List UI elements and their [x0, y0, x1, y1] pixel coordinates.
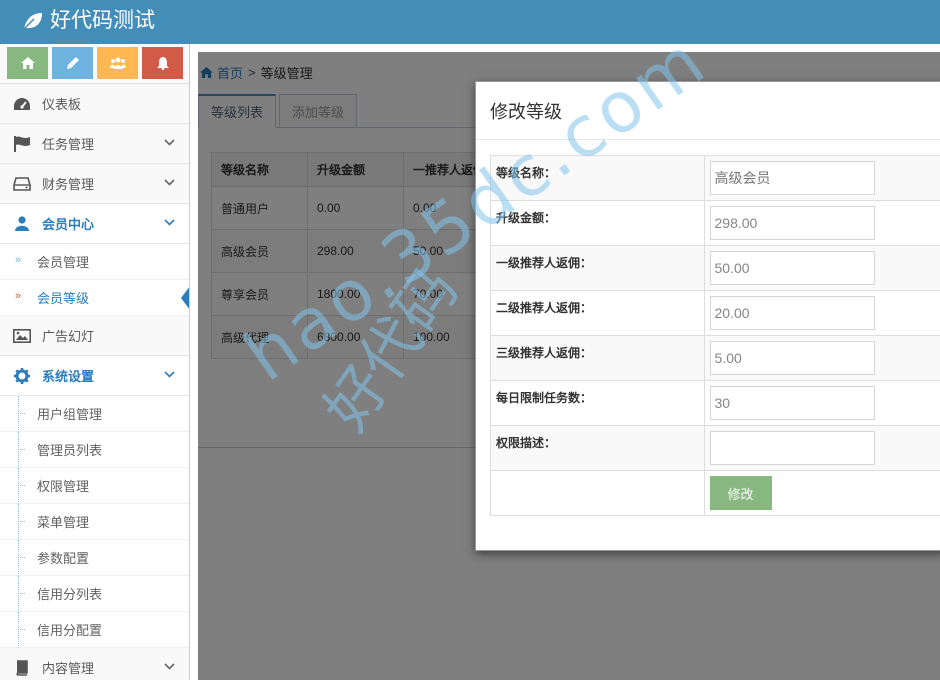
- field-label: 升级金额：: [490, 200, 705, 246]
- sidebar-subitem-system[interactable]: 参数配置: [0, 540, 189, 576]
- form-row: 等级名称：: [490, 155, 940, 201]
- sidebar: 仪表板 任务管理 财务管理 会员中心 » 会员管理 » 会员等级 广告幻灯 系统…: [0, 44, 190, 680]
- picture-icon: [12, 326, 32, 346]
- user-icon: [12, 214, 32, 234]
- field-label: 二级推荐人返佣：: [490, 290, 705, 336]
- shortcut-notify-button[interactable]: [142, 47, 183, 79]
- gear-icon: [12, 366, 32, 386]
- book-icon: [12, 658, 32, 678]
- chevron-down-icon: [164, 219, 175, 226]
- sidebar-subitem-label: 信用分配置: [37, 623, 103, 638]
- sidebar-subitem-member-level[interactable]: » 会员等级: [0, 280, 189, 316]
- chevron-down-icon: [164, 371, 175, 378]
- sidebar-item-finance[interactable]: 财务管理: [0, 164, 189, 204]
- double-angle-right-icon: »: [15, 290, 22, 302]
- sidebar-item-system[interactable]: 系统设置: [0, 356, 189, 396]
- home-icon: [20, 57, 35, 69]
- sidebar-subitem-system[interactable]: 菜单管理: [0, 504, 189, 540]
- shortcut-buttons: [0, 44, 189, 84]
- pencil-icon: [66, 57, 79, 69]
- bell-icon: [156, 56, 169, 70]
- sidebar-subitem-system[interactable]: 用户组管理: [0, 396, 189, 432]
- sidebar-item-label: 财务管理: [42, 177, 95, 192]
- leaf-icon: [23, 13, 42, 30]
- level-name-input[interactable]: [709, 161, 875, 195]
- form-row: 每日限制任务数：: [490, 380, 940, 426]
- sidebar-subitem-label: 信用分列表: [37, 587, 103, 602]
- form-row: 权限描述：: [490, 425, 940, 471]
- sidebar-item-label: 内容管理: [42, 661, 95, 676]
- sidebar-subitem-member-manage[interactable]: » 会员管理: [0, 244, 189, 280]
- edit-level-form: 等级名称： 升级金额： 一级推荐人返佣： 二级推荐人返佣： 三级推荐人返佣： 每…: [490, 155, 940, 516]
- sidebar-item-label: 系统设置: [42, 369, 95, 384]
- sidebar-subitem-label: 会员等级: [37, 291, 90, 306]
- field-label: 等级名称：: [490, 155, 705, 201]
- field-label: 三级推荐人返佣：: [490, 335, 705, 381]
- sidebar-item-members[interactable]: 会员中心: [0, 204, 189, 244]
- sidebar-subitem-label: 管理员列表: [37, 443, 103, 458]
- level3-commission-input[interactable]: [709, 341, 875, 375]
- submit-button[interactable]: 修改: [709, 476, 772, 510]
- chevron-down-icon: [164, 139, 175, 146]
- upgrade-amount-input[interactable]: [709, 206, 875, 240]
- double-angle-right-icon: »: [15, 254, 22, 266]
- sidebar-subitem-system[interactable]: 管理员列表: [0, 432, 189, 468]
- form-row: 修改: [490, 470, 940, 516]
- sidebar-subitem-label: 菜单管理: [37, 515, 90, 530]
- sidebar-subitem-system[interactable]: 信用分配置: [0, 612, 189, 648]
- form-row: 二级推荐人返佣：: [490, 290, 940, 336]
- daily-task-limit-input[interactable]: [709, 386, 875, 420]
- active-indicator: [181, 286, 189, 310]
- app-title: 好代码测试: [50, 9, 155, 32]
- shortcut-home-button[interactable]: [7, 47, 48, 79]
- field-label: 一级推荐人返佣：: [490, 245, 705, 291]
- sidebar-item-tasks[interactable]: 任务管理: [0, 124, 189, 164]
- shortcut-users-button[interactable]: [97, 47, 138, 79]
- field-label: 每日限制任务数：: [490, 380, 705, 426]
- sidebar-item-label: 会员中心: [42, 217, 95, 232]
- sidebar-subitem-label: 参数配置: [37, 551, 90, 566]
- users-icon: [109, 57, 126, 69]
- dialog-title: 修改等级: [476, 82, 940, 140]
- form-row: 一级推荐人返佣：: [490, 245, 940, 291]
- sidebar-subitem-label: 会员管理: [37, 255, 90, 270]
- chevron-down-icon: [164, 663, 175, 670]
- flag-icon: [12, 134, 32, 154]
- top-navbar: 好代码测试: [0, 0, 940, 44]
- sidebar-subitem-system[interactable]: 信用分列表: [0, 576, 189, 612]
- drive-icon: [12, 174, 32, 194]
- sidebar-item-label: 仪表板: [42, 97, 82, 112]
- sidebar-item-content[interactable]: 内容管理: [0, 648, 189, 680]
- form-row: 升级金额：: [490, 200, 940, 246]
- permission-desc-input[interactable]: [709, 431, 875, 465]
- sidebar-subitem-label: 权限管理: [37, 479, 90, 494]
- sidebar-item-dashboard[interactable]: 仪表板: [0, 84, 189, 124]
- brand[interactable]: 好代码测试: [22, 8, 155, 34]
- edit-level-dialog: 修改等级 等级名称： 升级金额： 一级推荐人返佣： 二级推荐人返佣： 三级推荐人…: [475, 81, 940, 551]
- field-label: 权限描述：: [490, 425, 705, 471]
- form-row: 三级推荐人返佣：: [490, 335, 940, 381]
- shortcut-edit-button[interactable]: [52, 47, 93, 79]
- sidebar-item-label: 任务管理: [42, 137, 95, 152]
- chevron-down-icon: [164, 179, 175, 186]
- sidebar-subitem-system[interactable]: 权限管理: [0, 468, 189, 504]
- sidebar-item-ads[interactable]: 广告幻灯: [0, 316, 189, 356]
- sidebar-item-label: 广告幻灯: [42, 329, 95, 344]
- dashboard-icon: [12, 94, 32, 114]
- sidebar-subitem-label: 用户组管理: [37, 407, 103, 422]
- level2-commission-input[interactable]: [709, 296, 875, 330]
- level1-commission-input[interactable]: [709, 251, 875, 285]
